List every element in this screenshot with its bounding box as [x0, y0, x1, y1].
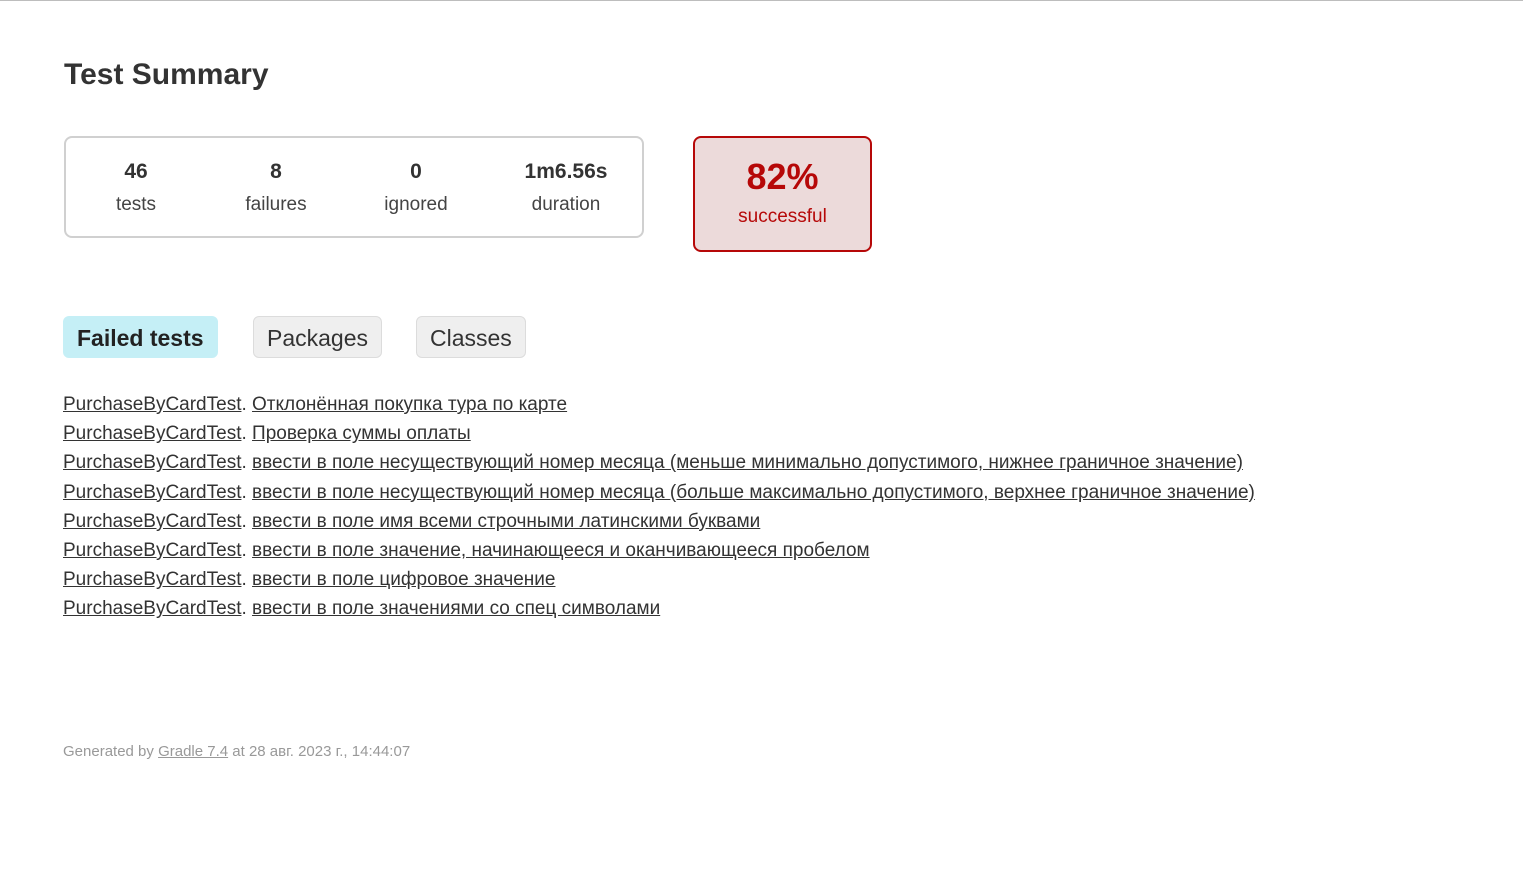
- gradle-link[interactable]: Gradle 7.4: [158, 743, 228, 760]
- failures-label: failures: [245, 194, 307, 215]
- list-item: PurchaseByCardTest. ввести в поле несуще…: [63, 478, 1255, 507]
- test-class-link[interactable]: PurchaseByCardTest: [63, 423, 241, 444]
- separator: .: [241, 452, 247, 474]
- separator: .: [241, 481, 247, 503]
- separator: .: [241, 598, 247, 620]
- success-rate-box: 82% successful: [693, 136, 872, 252]
- test-class-link[interactable]: PurchaseByCardTest: [63, 511, 241, 532]
- list-item: PurchaseByCardTest. ввести в поле значен…: [63, 594, 1255, 623]
- separator: .: [241, 394, 247, 415]
- separator: .: [241, 423, 247, 445]
- test-name-link[interactable]: ввести в поле цифровое значение: [252, 569, 555, 590]
- test-name-link[interactable]: ввести в поле значениями со спец символа…: [252, 598, 660, 619]
- test-name-link[interactable]: ввести в поле значение, начинающееся и о…: [252, 540, 870, 561]
- test-class-link[interactable]: PurchaseByCardTest: [63, 598, 241, 619]
- footer: Generated by Gradle 7.4 at 28 авг. 2023 …: [63, 743, 410, 760]
- tab-failed-tests[interactable]: Failed tests: [63, 316, 218, 358]
- test-name-link[interactable]: Проверка суммы оплаты: [252, 423, 471, 444]
- tab-classes[interactable]: Classes: [416, 316, 526, 358]
- list-item: PurchaseByCardTest. ввести в поле имя вс…: [63, 507, 1255, 536]
- failures-count: 8: [270, 160, 282, 183]
- separator: .: [241, 540, 247, 562]
- duration-value: 1m6.56s: [524, 160, 608, 183]
- test-name-link[interactable]: ввести в поле несуществующий номер месяц…: [252, 452, 1243, 473]
- ignored-label: ignored: [384, 194, 448, 215]
- top-border: [0, 0, 1523, 1]
- list-item: PurchaseByCardTest. ввести в поле цифров…: [63, 565, 1255, 594]
- footer-prefix: Generated by: [63, 743, 159, 760]
- list-item: PurchaseByCardTest. Проверка суммы оплат…: [63, 419, 1255, 448]
- success-percent: 82%: [746, 156, 819, 197]
- summary-box: 46 tests 8 failures 0 ignored 1m6.56s du…: [64, 136, 644, 238]
- separator: .: [241, 510, 247, 532]
- tab-packages[interactable]: Packages: [253, 316, 383, 358]
- tests-counter: 46 tests: [76, 158, 196, 220]
- footer-suffix: at 28 авг. 2023 г., 14:44:07: [228, 743, 411, 760]
- test-class-link[interactable]: PurchaseByCardTest: [63, 394, 241, 415]
- duration-counter: 1m6.56s duration: [506, 158, 626, 220]
- test-name-link[interactable]: ввести в поле несуществующий номер месяц…: [252, 482, 1255, 503]
- page-title: Test Summary: [64, 58, 269, 91]
- test-class-link[interactable]: PurchaseByCardTest: [63, 569, 241, 590]
- test-class-link[interactable]: PurchaseByCardTest: [63, 452, 241, 473]
- tests-count: 46: [124, 160, 148, 183]
- separator: .: [241, 569, 247, 591]
- test-name-link[interactable]: ввести в поле имя всеми строчными латинс…: [252, 511, 760, 532]
- test-name-link[interactable]: Отклонённая покупка тура по карте: [252, 394, 567, 415]
- tests-label: tests: [115, 194, 157, 215]
- ignored-counter: 0 ignored: [356, 158, 476, 220]
- failures-counter: 8 failures: [216, 158, 336, 220]
- duration-label: duration: [531, 194, 601, 215]
- failed-tests-list: PurchaseByCardTest. Отклонённая покупка …: [63, 390, 1255, 624]
- test-class-link[interactable]: PurchaseByCardTest: [63, 482, 241, 503]
- list-item: PurchaseByCardTest. Отклонённая покупка …: [63, 390, 1255, 419]
- success-label: successful: [738, 206, 827, 227]
- list-item: PurchaseByCardTest. ввести в поле несуще…: [63, 448, 1255, 477]
- test-class-link[interactable]: PurchaseByCardTest: [63, 540, 241, 561]
- list-item: PurchaseByCardTest. ввести в поле значен…: [63, 536, 1255, 565]
- ignored-count: 0: [410, 160, 422, 183]
